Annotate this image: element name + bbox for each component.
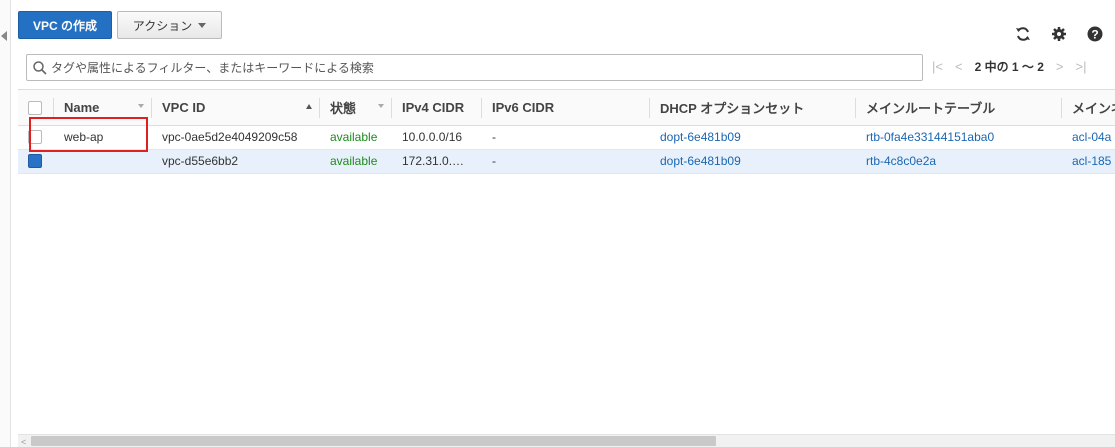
column-header-dhcp-options-label: DHCP オプションセット <box>660 100 805 116</box>
cell-ipv4-cidr: 10.0.0.0/16 <box>402 130 463 144</box>
column-header-ipv6-cidr-label: IPv6 CIDR <box>492 99 555 115</box>
search-icon <box>33 60 47 75</box>
cell-dhcp-link[interactable]: dopt-6e481b09 <box>650 125 856 149</box>
cell-state: available <box>330 154 378 168</box>
cell-acl-link[interactable]: acl-04a <box>1062 125 1115 149</box>
last-page-icon[interactable]: >| <box>1076 59 1087 74</box>
collapse-panel-icon[interactable] <box>1 31 7 41</box>
cell-dhcp-link[interactable]: dopt-6e481b09 <box>650 149 856 173</box>
cell-acl-link[interactable]: acl-185 <box>1062 149 1115 173</box>
column-header-ipv4-cidr[interactable]: IPv4 CIDR <box>392 90 482 125</box>
column-header-ipv6-cidr[interactable]: IPv6 CIDR <box>482 90 650 125</box>
pagination: |< < 2 中の 1 ～ 2 > >| <box>932 58 1086 75</box>
next-page-icon[interactable]: > <box>1056 59 1064 74</box>
horizontal-scrollbar[interactable]: < <box>18 434 1115 447</box>
refresh-icon[interactable] <box>1013 24 1033 44</box>
svg-text:?: ? <box>1091 28 1098 42</box>
create-vpc-label: VPC の作成 <box>32 18 97 33</box>
table-header-row: Name VPC ID 状態 IPv4 CIDR IPv6 CIDR DHCP … <box>18 90 1115 125</box>
left-rail <box>0 0 11 447</box>
column-header-main-route-table[interactable]: メインルートテーブル <box>856 90 1062 125</box>
help-icon[interactable]: ? <box>1085 24 1105 44</box>
scroll-left-icon[interactable]: < <box>21 437 26 447</box>
cell-vpc-id: vpc-d55e6bb2 <box>162 154 239 168</box>
vpc-table-container: Name VPC ID 状態 IPv4 CIDR IPv6 CIDR DHCP … <box>18 89 1115 434</box>
column-header-state-label: 状態 <box>330 100 357 116</box>
select-all-checkbox[interactable] <box>28 101 42 116</box>
cell-route-table-link[interactable]: rtb-0fa4e33144151aba0 <box>856 125 1062 149</box>
column-header-vpc-id-label: VPC ID <box>162 99 206 115</box>
row-checkbox[interactable] <box>28 130 42 145</box>
column-header-state[interactable]: 状態 <box>320 90 392 125</box>
actions-label: アクション <box>132 18 193 33</box>
gear-icon[interactable] <box>1049 24 1069 44</box>
column-header-main-network-acl-label: メインネ <box>1072 100 1115 116</box>
cell-ipv6-cidr: - <box>492 130 496 144</box>
first-page-icon[interactable]: |< <box>932 59 943 74</box>
row-checkbox[interactable] <box>28 154 42 169</box>
column-header-main-route-table-label: メインルートテーブル <box>866 100 996 116</box>
column-header-name-label: Name <box>64 99 100 115</box>
actions-dropdown-button[interactable]: アクション <box>117 11 222 39</box>
cell-route-table-link[interactable]: rtb-4c8c0e2a <box>856 149 1062 173</box>
cell-name: web-ap <box>64 130 104 144</box>
create-vpc-button[interactable]: VPC の作成 <box>18 11 112 39</box>
column-header-name[interactable]: Name <box>54 90 152 125</box>
cell-name <box>54 149 152 173</box>
column-header-vpc-id[interactable]: VPC ID <box>152 90 320 125</box>
table-row[interactable]: vpc-d55e6bb2 available 172.31.0.… - dopt… <box>18 149 1115 173</box>
chevron-down-icon <box>198 22 207 28</box>
column-header-dhcp-options[interactable]: DHCP オプションセット <box>650 90 856 125</box>
column-header-main-network-acl[interactable]: メインネ <box>1062 90 1115 125</box>
select-all-column <box>18 90 54 125</box>
vpc-table: Name VPC ID 状態 IPv4 CIDR IPv6 CIDR DHCP … <box>18 90 1115 174</box>
cell-ipv6-cidr: - <box>492 154 496 168</box>
table-row[interactable]: web-ap vpc-0ae5d2e4049209c58 available 1… <box>18 125 1115 149</box>
column-header-ipv4-cidr-label: IPv4 CIDR <box>402 99 465 115</box>
cell-vpc-id: vpc-0ae5d2e4049209c58 <box>162 130 298 144</box>
search-input[interactable] <box>51 55 922 80</box>
toolbar: VPC の作成 アクション <box>18 11 1115 39</box>
cell-state: available <box>330 130 378 144</box>
scrollbar-thumb[interactable] <box>31 436 716 446</box>
pagination-label: 2 中の 1 ～ 2 <box>974 60 1044 74</box>
toolbar-icons: ? <box>1013 24 1105 44</box>
prev-page-icon[interactable]: < <box>955 59 963 74</box>
cell-ipv4-cidr: 172.31.0.… <box>402 154 465 168</box>
filter-search-bar <box>26 54 923 81</box>
